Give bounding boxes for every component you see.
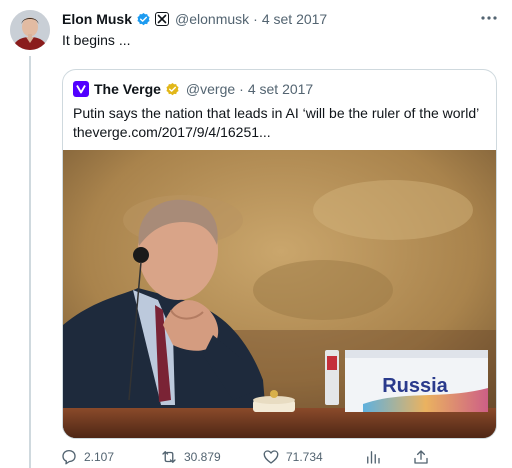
tweet[interactable]: Elon Musk @elonmusk · 4 set 2017 It begi… xyxy=(0,0,512,468)
the-verge-logo-icon xyxy=(73,81,89,97)
quoted-tweet[interactable]: The Verge @verge · 4 set 2017 Putin says… xyxy=(62,69,497,439)
verified-badge-icon xyxy=(136,12,151,27)
quote-header: The Verge @verge · 4 set 2017 xyxy=(73,80,313,98)
author-handle[interactable]: @elonmusk xyxy=(175,11,249,27)
reply-button[interactable]: 2.107 xyxy=(60,446,114,468)
share-button[interactable] xyxy=(412,446,430,468)
quote-link[interactable]: theverge.com/2017/9/4/16251... xyxy=(73,123,488,142)
quote-headline: Putin says the nation that leads in AI ‘… xyxy=(73,105,480,121)
quote-media-image[interactable]: Russia xyxy=(63,150,496,438)
name-plate-text: Russia xyxy=(382,375,448,397)
quote-text: Putin says the nation that leads in AI ‘… xyxy=(73,104,488,142)
share-icon xyxy=(414,450,428,464)
quote-date: 4 set 2017 xyxy=(247,81,314,97)
reply-icon xyxy=(62,449,76,465)
quote-source-name: The Verge xyxy=(94,81,161,97)
tweet-text: It begins ... xyxy=(62,32,131,48)
repost-button[interactable]: 30.879 xyxy=(160,446,221,468)
repost-count: 30.879 xyxy=(184,450,221,464)
views-button[interactable] xyxy=(364,446,382,468)
action-bar: 2.107 30.879 71.734 xyxy=(60,446,500,468)
thread-line xyxy=(29,56,31,468)
like-count: 71.734 xyxy=(286,450,323,464)
like-icon xyxy=(263,450,279,464)
avatar-image xyxy=(10,10,50,50)
quote-header-separator: · xyxy=(239,81,244,97)
author-name[interactable]: Elon Musk xyxy=(62,11,132,27)
repost-icon xyxy=(162,451,176,463)
quote-source-handle: @verge xyxy=(185,81,236,97)
tweet-header: Elon Musk @elonmusk · 4 set 2017 xyxy=(62,9,327,29)
tweet-date[interactable]: 4 set 2017 xyxy=(262,11,327,27)
views-icon xyxy=(367,451,380,464)
author-avatar[interactable] xyxy=(10,10,50,50)
reply-count: 2.107 xyxy=(84,450,115,464)
header-separator: · xyxy=(253,11,258,27)
gold-verified-badge-icon xyxy=(165,82,180,97)
more-options-icon[interactable] xyxy=(476,8,502,28)
like-button[interactable]: 71.734 xyxy=(262,446,323,468)
affiliate-x-icon[interactable] xyxy=(155,12,170,26)
